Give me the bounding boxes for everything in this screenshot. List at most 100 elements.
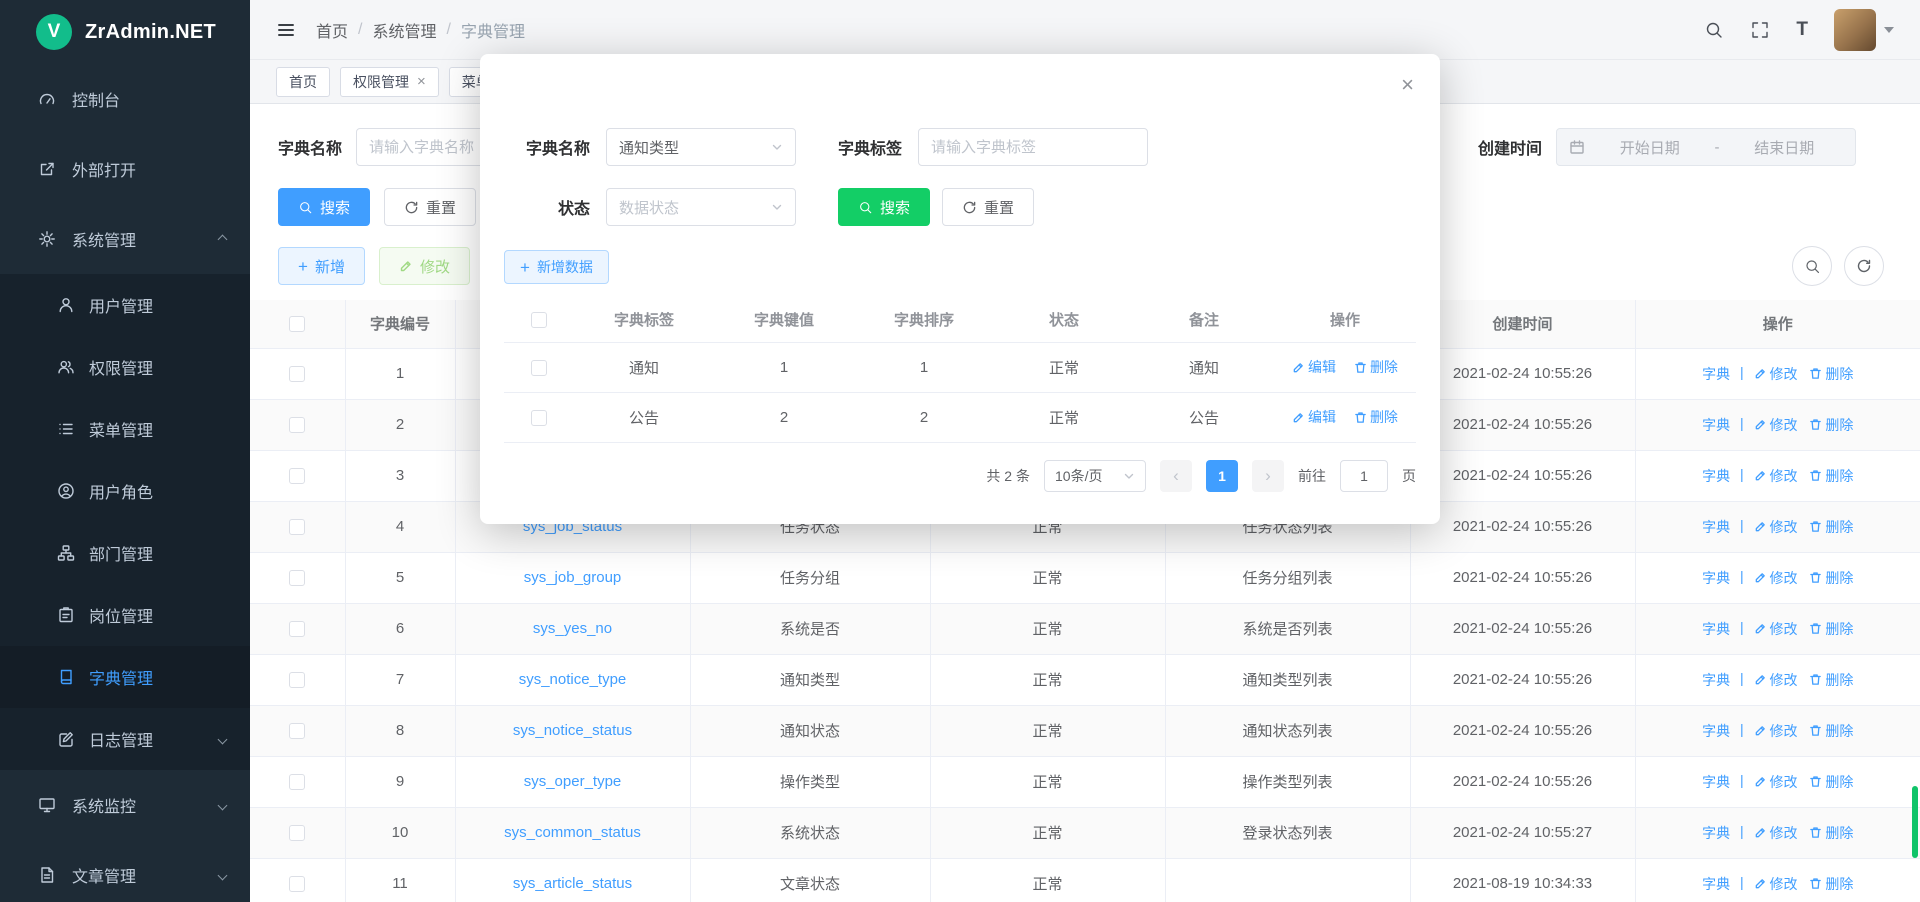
sidebar-item-posts[interactable]: 岗位管理: [0, 584, 250, 646]
row-checkbox[interactable]: [289, 876, 305, 892]
row-delete-link[interactable]: 删除: [1809, 823, 1853, 843]
row-dict-data-link[interactable]: 字典: [1702, 364, 1730, 384]
row-checkbox[interactable]: [289, 723, 305, 739]
row-dict-data-link[interactable]: 字典: [1702, 415, 1730, 435]
sidebar-item-logs[interactable]: 日志管理: [0, 708, 250, 770]
dict-type-link[interactable]: sys_common_status: [504, 824, 641, 841]
font-size-icon[interactable]: T: [1796, 19, 1808, 41]
dict-type-link[interactable]: sys_article_status: [513, 875, 632, 892]
sidebar-item-system-mgmt[interactable]: 系统管理: [0, 204, 250, 274]
next-page-button[interactable]: ›: [1252, 460, 1284, 492]
reset-button[interactable]: 重置: [384, 188, 476, 226]
row-checkbox[interactable]: [289, 672, 305, 688]
breadcrumb-item[interactable]: 首页: [316, 18, 348, 42]
sidebar-item-external[interactable]: 外部打开: [0, 134, 250, 204]
row-dict-data-link[interactable]: 字典: [1702, 823, 1730, 843]
row-delete-link[interactable]: 删除: [1354, 357, 1398, 377]
close-icon[interactable]: ×: [1401, 74, 1414, 96]
close-icon[interactable]: ×: [417, 74, 426, 89]
dialog-reset-button[interactable]: 重置: [942, 188, 1034, 226]
row-edit-link[interactable]: 修改: [1754, 670, 1798, 690]
row-edit-link[interactable]: 修改: [1754, 772, 1798, 792]
select-all-checkbox[interactable]: [289, 316, 305, 332]
row-delete-link[interactable]: 删除: [1809, 619, 1853, 639]
sidebar-item-departments[interactable]: 部门管理: [0, 522, 250, 584]
row-delete-link[interactable]: 删除: [1809, 670, 1853, 690]
status-select[interactable]: 数据状态: [606, 188, 796, 226]
row-dict-data-link[interactable]: 字典: [1702, 568, 1730, 588]
row-delete-link[interactable]: 删除: [1809, 721, 1853, 741]
row-checkbox[interactable]: [289, 468, 305, 484]
add-button[interactable]: + 新增: [278, 247, 365, 285]
scrollbar-thumb[interactable]: [1912, 786, 1918, 858]
sidebar-item-dictionary[interactable]: 字典管理: [0, 646, 250, 708]
row-edit-link[interactable]: 编辑: [1292, 357, 1336, 377]
dialog-search-button[interactable]: 搜索: [838, 188, 930, 226]
select-all-checkbox[interactable]: [531, 312, 547, 328]
dict-type-link[interactable]: sys_notice_status: [513, 722, 632, 739]
breadcrumb-item[interactable]: 系统管理: [372, 18, 436, 42]
dict-type-link[interactable]: sys_oper_type: [524, 773, 622, 790]
row-delete-link[interactable]: 删除: [1809, 517, 1853, 537]
row-edit-link[interactable]: 修改: [1754, 517, 1798, 537]
prev-page-button[interactable]: ‹: [1160, 460, 1192, 492]
sidebar-item-menus[interactable]: 菜单管理: [0, 398, 250, 460]
row-edit-link[interactable]: 修改: [1754, 721, 1798, 741]
sidebar-item-monitoring[interactable]: 系统监控: [0, 770, 250, 840]
row-checkbox[interactable]: [289, 621, 305, 637]
row-edit-link[interactable]: 修改: [1754, 466, 1798, 486]
goto-page-input[interactable]: [1340, 460, 1388, 492]
row-delete-link[interactable]: 删除: [1809, 415, 1853, 435]
row-edit-link[interactable]: 修改: [1754, 874, 1798, 894]
row-dict-data-link[interactable]: 字典: [1702, 670, 1730, 690]
row-edit-link[interactable]: 修改: [1754, 415, 1798, 435]
tab-home[interactable]: 首页: [276, 67, 330, 97]
sidebar-item-articles[interactable]: 文章管理: [0, 840, 250, 902]
row-edit-link[interactable]: 修改: [1754, 619, 1798, 639]
dict-type-link[interactable]: sys_yes_no: [533, 620, 612, 637]
row-edit-link[interactable]: 修改: [1754, 568, 1798, 588]
app-logo[interactable]: V ZrAdmin.NET: [0, 0, 250, 64]
row-checkbox[interactable]: [289, 519, 305, 535]
edit-button[interactable]: 修改: [379, 247, 470, 285]
row-delete-link[interactable]: 删除: [1809, 568, 1853, 588]
row-dict-data-link[interactable]: 字典: [1702, 772, 1730, 792]
row-delete-link[interactable]: 删除: [1809, 364, 1853, 384]
row-checkbox[interactable]: [289, 366, 305, 382]
search-icon[interactable]: [1704, 20, 1724, 40]
page-size-select[interactable]: 10条/页: [1044, 460, 1146, 492]
row-delete-link[interactable]: 删除: [1809, 772, 1853, 792]
row-dict-data-link[interactable]: 字典: [1702, 466, 1730, 486]
row-dict-data-link[interactable]: 字典: [1702, 517, 1730, 537]
search-button[interactable]: 搜索: [278, 188, 370, 226]
row-edit-link[interactable]: 修改: [1754, 364, 1798, 384]
row-checkbox[interactable]: [289, 417, 305, 433]
sidebar-item-user-roles[interactable]: 用户角色: [0, 460, 250, 522]
dict-type-link[interactable]: sys_job_group: [524, 569, 622, 586]
search-toggle-button[interactable]: [1792, 246, 1832, 286]
row-dict-data-link[interactable]: 字典: [1702, 619, 1730, 639]
sidebar-item-users[interactable]: 用户管理: [0, 274, 250, 336]
date-range-picker[interactable]: 开始日期 - 结束日期: [1556, 128, 1856, 166]
row-edit-link[interactable]: 修改: [1754, 823, 1798, 843]
refresh-table-button[interactable]: [1844, 246, 1884, 286]
row-checkbox[interactable]: [531, 410, 547, 426]
row-checkbox[interactable]: [531, 360, 547, 376]
dict-name-select[interactable]: 通知类型: [606, 128, 796, 166]
row-edit-link[interactable]: 编辑: [1292, 407, 1336, 427]
row-checkbox[interactable]: [289, 570, 305, 586]
row-dict-data-link[interactable]: 字典: [1702, 874, 1730, 894]
row-dict-data-link[interactable]: 字典: [1702, 721, 1730, 741]
sidebar-item-permissions[interactable]: 权限管理: [0, 336, 250, 398]
hamburger-icon[interactable]: [276, 20, 296, 40]
sidebar-item-console[interactable]: 控制台: [0, 64, 250, 134]
row-delete-link[interactable]: 删除: [1354, 407, 1398, 427]
fullscreen-icon[interactable]: [1750, 20, 1770, 40]
dict-type-link[interactable]: sys_notice_type: [519, 671, 627, 688]
row-checkbox[interactable]: [289, 825, 305, 841]
tab-permissions[interactable]: 权限管理 ×: [340, 67, 439, 97]
user-menu[interactable]: [1834, 9, 1894, 51]
row-delete-link[interactable]: 删除: [1809, 874, 1853, 894]
add-data-button[interactable]: + 新增数据: [504, 250, 609, 284]
row-checkbox[interactable]: [289, 774, 305, 790]
